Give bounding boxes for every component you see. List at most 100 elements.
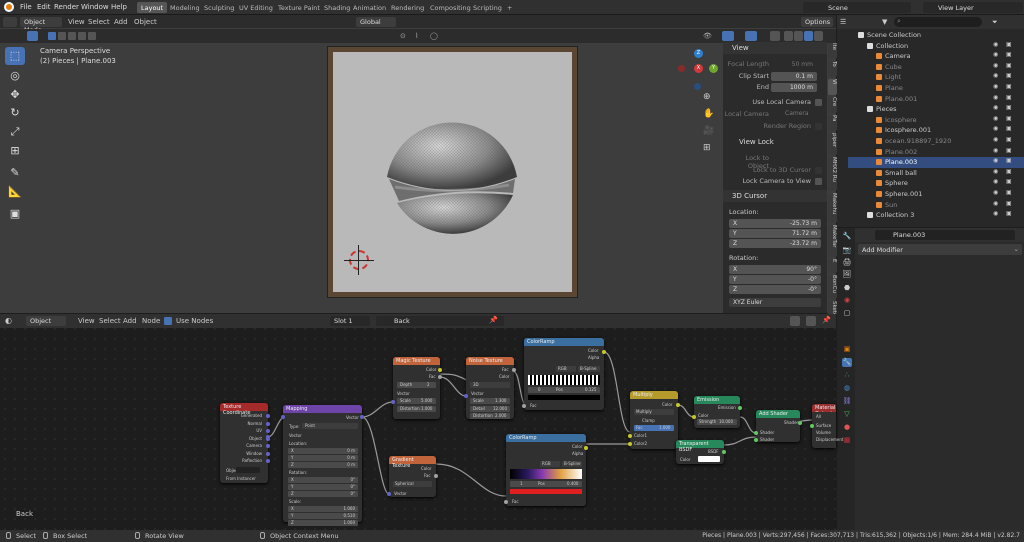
mapping-scl-z-field[interactable]: Z 1.000 — [288, 520, 358, 526]
render-camera-icon[interactable]: ▣ — [1006, 41, 1012, 48]
ramp1-gradient-bar[interactable] — [528, 375, 600, 385]
visibility-eye-icon[interactable]: ◉ — [993, 210, 998, 217]
physics-properties-icon[interactable]: ◍ — [842, 384, 852, 393]
render-camera-icon[interactable]: ▣ — [1006, 72, 1012, 79]
socket[interactable] — [391, 400, 395, 404]
socket[interactable] — [281, 415, 285, 419]
socket[interactable] — [464, 394, 468, 398]
pivot-icon[interactable]: ⊙ — [400, 32, 406, 40]
socket[interactable] — [722, 450, 726, 454]
socket[interactable] — [438, 368, 442, 372]
use-local-camera-checkbox[interactable] — [815, 99, 822, 106]
scene-selector[interactable]: Scene — [803, 2, 911, 13]
lock-to-object-field[interactable] — [771, 153, 817, 162]
render-camera-icon[interactable]: ▣ — [1006, 157, 1012, 164]
mapping-scl-x-field[interactable]: X 1.000 — [288, 506, 358, 512]
gizmo-neg-x[interactable] — [678, 65, 685, 72]
socket[interactable] — [266, 429, 270, 433]
visibility-eye-icon[interactable]: ◉ — [993, 125, 998, 132]
render-camera-icon[interactable]: ▣ — [1006, 51, 1012, 58]
mix-blend-dropdown[interactable]: Multiply — [634, 409, 674, 415]
perspective-icon[interactable]: ⊞ — [703, 143, 711, 153]
visibility-icon[interactable]: 👁 — [703, 32, 712, 40]
add-workspace-icon[interactable]: + — [503, 2, 516, 13]
view-layer-properties-icon[interactable]: 🖼 — [842, 270, 852, 279]
viewlayer-selector[interactable]: View Layer — [923, 2, 1023, 13]
shading-rendered-icon[interactable] — [814, 31, 823, 41]
outliner-row-plane[interactable]: Plane ◉ ▣ — [848, 83, 1024, 94]
cursor-tool-icon[interactable]: ◎ — [5, 67, 25, 85]
nav-gizmo[interactable]: Z Y X — [676, 49, 722, 99]
socket[interactable] — [512, 368, 516, 372]
socket[interactable] — [266, 435, 270, 439]
move-tool-icon[interactable]: ✥ — [5, 86, 25, 104]
outliner-row-icosphere-001[interactable]: Icosphere.001 ◉ ▣ — [848, 125, 1024, 136]
viewport-menu-object[interactable]: Object — [134, 18, 157, 26]
select-extend-icon[interactable] — [58, 32, 66, 40]
noise-dim-dropdown[interactable]: 3D — [470, 382, 510, 388]
focal-length-field[interactable]: 50 mm — [771, 60, 817, 69]
socket[interactable] — [754, 431, 758, 435]
sidebar-tab-makehuman[interactable]: Makehu — [828, 193, 837, 223]
shading-solid-icon[interactable] — [794, 31, 803, 41]
tc-object-field[interactable] — [236, 467, 260, 473]
select-intersect-icon[interactable] — [88, 32, 96, 40]
ramp1-pos-field[interactable]: 0 Pos 0.125 — [528, 387, 600, 393]
visibility-eye-icon[interactable]: ◉ — [993, 157, 998, 164]
camera-view-icon[interactable]: 🎥 — [703, 126, 714, 136]
gizmo-neg-z[interactable] — [694, 83, 701, 90]
ramp2-mode-dropdown[interactable]: RGB — [540, 461, 560, 467]
blender-logo-icon[interactable] — [4, 2, 14, 12]
socket[interactable] — [692, 415, 696, 419]
modifier-properties-icon[interactable]: 🔧 — [842, 358, 852, 367]
visibility-eye-icon[interactable]: ◉ — [993, 189, 998, 196]
scene-properties-icon[interactable]: ⬣ — [842, 284, 852, 293]
socket[interactable] — [754, 438, 758, 442]
cursor-loc-y[interactable]: Y 71.72 m — [729, 229, 821, 238]
gizmo-x-axis[interactable]: X — [694, 64, 703, 73]
outliner-row-cube[interactable]: Cube ◉ ▣ — [848, 62, 1024, 73]
sidebar-tab-e[interactable]: E — [828, 259, 837, 273]
viewport-menu-view[interactable]: View — [68, 18, 85, 26]
outliner-row-light[interactable]: Light ◉ ▣ — [848, 72, 1024, 83]
visibility-eye-icon[interactable]: ◉ — [993, 72, 998, 79]
render-camera-icon[interactable]: ▣ — [1006, 115, 1012, 122]
sidebar-tab-create[interactable]: Cre — [828, 97, 837, 113]
tab-modeling[interactable]: Modeling — [166, 2, 204, 13]
proportional-edit-icon[interactable]: ◯ — [430, 32, 438, 40]
outliner-row-ocean-918897-1920[interactable]: ocean.918897_1920 ◉ ▣ — [848, 136, 1024, 147]
menu-window[interactable]: Window — [81, 3, 109, 11]
emission-strength-field[interactable]: Strength 10.000 — [697, 419, 737, 425]
tab-scripting[interactable]: Scripting — [469, 2, 506, 13]
outliner-row-plane-002[interactable]: Plane.002 ◉ ▣ — [848, 147, 1024, 158]
socket[interactable] — [602, 350, 606, 354]
noise-distortion-field[interactable]: Distortion 2.000 — [470, 413, 510, 419]
visibility-eye-icon[interactable]: ◉ — [993, 147, 998, 154]
socket[interactable] — [676, 403, 680, 407]
outliner-row-pieces[interactable]: Pieces ◉ ▣ — [848, 104, 1024, 115]
render-camera-icon[interactable]: ▣ — [1006, 94, 1012, 101]
annotate-tool-icon[interactable]: ✎ — [5, 164, 25, 182]
shading-wireframe-icon[interactable] — [784, 31, 793, 41]
visibility-eye-icon[interactable]: ◉ — [993, 51, 998, 58]
render-camera-icon[interactable]: ▣ — [1006, 210, 1012, 217]
output-properties-icon[interactable]: 🖨 — [842, 258, 852, 267]
tab-layout[interactable]: Layout — [137, 2, 168, 13]
ramp2-pos-field[interactable]: 1 Pos 0.400 — [510, 481, 582, 487]
mapping-type-dropdown[interactable]: Point — [302, 423, 358, 429]
outliner-row-sphere[interactable]: Sphere ◉ ▣ — [848, 178, 1024, 189]
outliner-row-camera[interactable]: Camera ◉ ▣ — [848, 51, 1024, 62]
menu-edit[interactable]: Edit — [37, 3, 51, 11]
zoom-icon[interactable]: ⊕ — [703, 92, 711, 102]
collection-properties-icon[interactable]: ▢ — [842, 309, 852, 318]
gizmo-z-axis[interactable]: Z — [694, 49, 703, 58]
noise-scale-field[interactable]: Scale 1.300 — [470, 398, 510, 404]
mapping-loc-z-field[interactable]: Z 0 m — [288, 462, 358, 468]
socket[interactable] — [266, 459, 270, 463]
cursor-rot-z[interactable]: Z -0° — [729, 285, 821, 294]
render-camera-icon[interactable]: ▣ — [1006, 125, 1012, 132]
tab-texture-paint[interactable]: Texture Paint — [274, 2, 324, 13]
visibility-eye-icon[interactable]: ◉ — [993, 136, 998, 143]
render-camera-icon[interactable]: ▣ — [1006, 104, 1012, 111]
menu-render[interactable]: Render — [54, 3, 79, 11]
